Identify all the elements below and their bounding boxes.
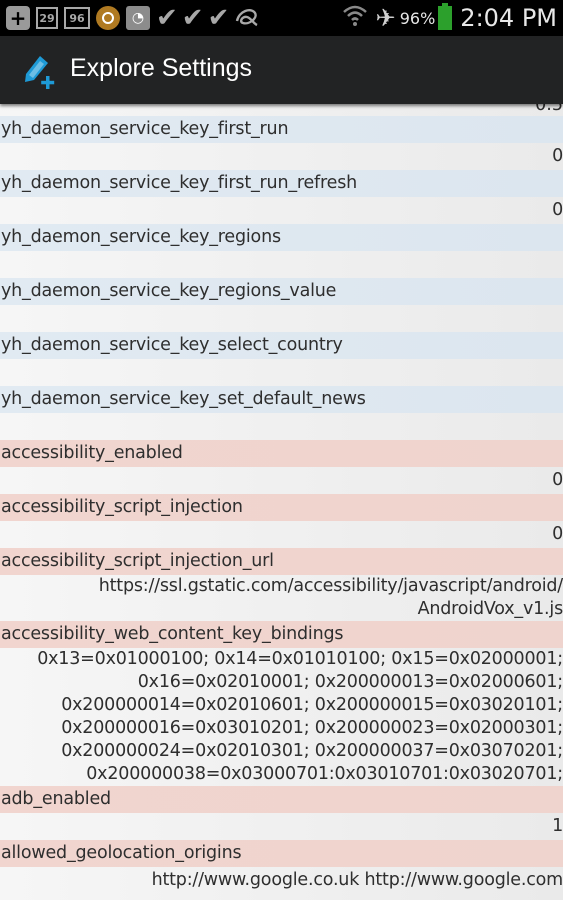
setting-key: yh_daemon_service_key_first_run_refresh (0, 170, 563, 197)
wifi-icon (342, 4, 368, 33)
setting-item[interactable]: allowed_geolocation_origins http://www.go… (0, 840, 563, 894)
airplane-mode-icon: ✈ (375, 4, 396, 32)
setting-key: yh_daemon_service_key_set_default_news (0, 386, 563, 413)
partial-value: 0.5 (535, 104, 563, 115)
battery-percent: 96% (399, 8, 436, 28)
setting-key: adb_enabled (0, 786, 563, 813)
gesture-icon (233, 5, 261, 31)
setting-key: yh_daemon_service_key_regions_value (0, 278, 563, 305)
clock: 2:04 PM (460, 4, 557, 32)
setting-item[interactable]: accessibility_web_content_key_bindings 0x… (0, 621, 563, 786)
setting-value-line: http://www.google.co.uk http://www.googl… (151, 870, 563, 890)
setting-value (0, 359, 563, 386)
battery-icon (438, 3, 453, 30)
setting-value-line: 0x200000038=0x03000701:0x03010701:0x0302… (86, 764, 563, 784)
plus-icon: + (6, 6, 30, 30)
setting-item[interactable]: accessibility_script_injection 0 (0, 494, 563, 548)
setting-value: 1 (0, 813, 563, 840)
setting-item[interactable]: yh_daemon_service_key_select_country (0, 332, 563, 386)
setting-item[interactable]: yh_daemon_service_key_regions_value (0, 278, 563, 332)
action-bar: Explore Settings (0, 36, 563, 104)
check-icon: ✔ (156, 3, 178, 33)
setting-key: accessibility_script_injection (0, 494, 563, 521)
setting-value-line: 0x200000016=0x03010201; 0x200000023=0x02… (61, 718, 563, 738)
setting-value-line: 0 (552, 200, 563, 220)
setting-value: 0 (0, 521, 563, 548)
setting-item[interactable]: adb_enabled 1 (0, 786, 563, 840)
setting-item[interactable]: yh_daemon_service_key_first_run 0 (0, 116, 563, 170)
setting-value (0, 413, 563, 440)
rss-icon: ◔ (126, 6, 150, 30)
setting-item[interactable]: yh_daemon_service_key_set_default_news (0, 386, 563, 440)
setting-item[interactable]: yh_daemon_service_key_first_run_refresh 0 (0, 170, 563, 224)
setting-key: accessibility_web_content_key_bindings (0, 621, 563, 648)
setting-value: http://www.google.co.uk http://www.googl… (0, 867, 563, 894)
setting-value: 0 (0, 143, 563, 170)
setting-value (0, 305, 563, 332)
setting-value: 0 (0, 467, 563, 494)
setting-key: accessibility_enabled (0, 440, 563, 467)
setting-value-line: 0x13=0x01000100; 0x14=0x01010100; 0x15=0… (37, 649, 563, 669)
status-bar: + 29 96 ◔ ✔ ✔ ✔ ✈ 96% 2:04 PM (0, 0, 563, 36)
setting-value-line: 1 (552, 816, 563, 836)
setting-value: 0 (0, 197, 563, 224)
settings-list: 0.5 yh_daemon_service_key_first_run 0 yh_d… (0, 104, 563, 900)
setting-item[interactable]: accessibility_script_injection_url https:… (0, 548, 563, 621)
setting-key: yh_daemon_service_key_regions (0, 224, 563, 251)
setting-key: accessibility_script_injection_url (0, 548, 563, 575)
setting-key: allowed_geolocation_origins (0, 840, 563, 867)
setting-value-line: 0x16=0x02010001; 0x200000013=0x02000601; (137, 672, 563, 692)
circle-app-icon (96, 6, 120, 30)
check-icon: ✔ (181, 3, 204, 33)
notification-icons: + 29 96 ◔ ✔ ✔ ✔ (6, 5, 261, 31)
badge-icon: 96 (64, 7, 90, 29)
setting-value-line: 0 (552, 146, 563, 166)
edit-settings-icon[interactable] (20, 50, 60, 90)
setting-value-line: 0x200000024=0x02010301; 0x200000037=0x03… (61, 741, 563, 761)
setting-value-line: 0x200000014=0x02010601; 0x200000015=0x03… (61, 695, 563, 715)
system-status: ✈ 96% 2:04 PM (342, 0, 557, 36)
setting-value: 0x13=0x01000100; 0x14=0x01010100; 0x15=0… (0, 648, 563, 786)
setting-key: yh_daemon_service_key_select_country (0, 332, 563, 359)
setting-value: https://ssl.gstatic.com/accessibility/ja… (0, 575, 563, 621)
check-icon: ✔ (207, 3, 230, 33)
calendar-icon: 29 (36, 7, 58, 29)
setting-item[interactable]: yh_daemon_service_key_regions (0, 224, 563, 278)
page-title: Explore Settings (70, 54, 253, 82)
setting-value-line: https://ssl.gstatic.com/accessibility/ja… (98, 576, 563, 596)
setting-item[interactable]: accessibility_enabled 0 (0, 440, 563, 494)
setting-value (0, 251, 563, 278)
setting-value-line: 0 (552, 470, 563, 490)
setting-value-line: 0 (552, 524, 563, 544)
setting-key: yh_daemon_service_key_first_run (0, 116, 563, 143)
setting-value-line: AndroidVox_v1.js (417, 599, 563, 619)
